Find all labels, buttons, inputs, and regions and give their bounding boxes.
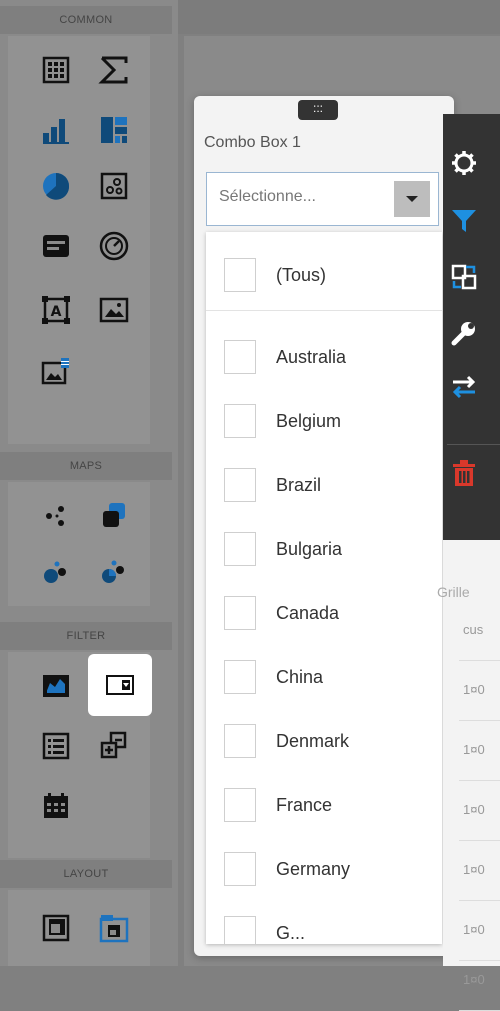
filter-icon[interactable] bbox=[449, 206, 479, 236]
gear-icon[interactable] bbox=[449, 148, 479, 178]
grid-icon[interactable] bbox=[34, 48, 78, 92]
section-label-maps: MAPS bbox=[0, 452, 172, 480]
option-label: Canada bbox=[276, 603, 340, 623]
group-icon[interactable] bbox=[34, 906, 78, 950]
table-cell: 1¤0 bbox=[463, 922, 485, 937]
text-box-icon[interactable]: A bbox=[34, 288, 78, 332]
gauge-icon[interactable] bbox=[92, 224, 136, 268]
option-label: Denmark bbox=[276, 731, 350, 751]
combo-box-icon[interactable] bbox=[88, 654, 152, 716]
table-cell: 1¤0 bbox=[463, 802, 485, 817]
dropdown-list[interactable]: (Tous) Australia Belgium Brazil Bulgaria… bbox=[206, 232, 442, 944]
grid-item-partial[interactable]: Grille cus 1¤0 1¤0 1¤0 1¤0 1¤0 1¤0 bbox=[437, 540, 500, 1011]
date-filter-icon[interactable] bbox=[34, 784, 78, 828]
option-label: Bulgaria bbox=[276, 539, 343, 559]
sigma-icon[interactable] bbox=[92, 48, 136, 92]
combo-box-placeholder: Sélectionne... bbox=[219, 188, 316, 205]
treemap-icon[interactable] bbox=[92, 108, 136, 152]
swap-icon[interactable] bbox=[449, 372, 479, 402]
tab-container-icon[interactable] bbox=[92, 906, 136, 950]
tree-view-icon[interactable] bbox=[92, 724, 136, 768]
list-item[interactable]: Belgium bbox=[206, 386, 442, 446]
section-label-filter: FILTER bbox=[0, 622, 172, 650]
image-icon[interactable] bbox=[92, 288, 136, 332]
list-item[interactable]: Brazil bbox=[206, 450, 442, 510]
list-box-icon[interactable] bbox=[34, 724, 78, 768]
convert-icon[interactable] bbox=[449, 262, 479, 292]
option-label: Australia bbox=[276, 347, 347, 367]
checkbox[interactable] bbox=[224, 468, 256, 502]
list-item[interactable]: Canada bbox=[206, 578, 442, 638]
choropleth-map-icon[interactable] bbox=[92, 494, 136, 538]
option-label: France bbox=[276, 795, 333, 815]
canvas-top-strip bbox=[178, 0, 500, 34]
list-item[interactable]: Germany bbox=[206, 834, 442, 894]
list-item[interactable]: Australia bbox=[206, 322, 442, 382]
dropdown-toggle-button[interactable] bbox=[394, 181, 430, 217]
table-cell: 1¤0 bbox=[463, 972, 485, 987]
option-label: Belgium bbox=[276, 411, 342, 431]
caret-down-icon bbox=[406, 196, 418, 202]
list-item[interactable]: France bbox=[206, 770, 442, 830]
checkbox[interactable] bbox=[224, 788, 256, 822]
table-cell: 1¤0 bbox=[463, 742, 485, 757]
list-item[interactable]: Bulgaria bbox=[206, 514, 442, 574]
option-label: G... bbox=[276, 923, 306, 943]
option-label: Brazil bbox=[276, 475, 322, 495]
drag-handle[interactable]: ::: bbox=[298, 100, 338, 120]
checkbox[interactable] bbox=[224, 916, 256, 944]
item-caption: Combo Box 1 bbox=[204, 134, 301, 151]
toolbox-panel: COMMON A MAPS FILTER LAYOUT bbox=[0, 0, 179, 966]
option-label: (Tous) bbox=[276, 265, 327, 285]
checkbox[interactable] bbox=[224, 258, 256, 292]
section-label-common: COMMON bbox=[0, 6, 172, 34]
bar-chart-icon[interactable] bbox=[34, 108, 78, 152]
checkbox[interactable] bbox=[224, 596, 256, 630]
table-row: 1¤0 bbox=[459, 840, 500, 901]
checkbox[interactable] bbox=[224, 660, 256, 694]
checkbox[interactable] bbox=[224, 852, 256, 886]
bubble-map-icon[interactable] bbox=[34, 550, 78, 594]
range-filter-icon[interactable] bbox=[34, 664, 78, 708]
list-item[interactable]: Denmark bbox=[206, 706, 442, 766]
geo-point-map-icon[interactable] bbox=[34, 494, 78, 538]
checkbox[interactable] bbox=[224, 532, 256, 566]
list-item[interactable]: China bbox=[206, 642, 442, 702]
option-all[interactable]: (Tous) bbox=[206, 240, 442, 300]
list-item[interactable]: G... bbox=[206, 898, 442, 944]
divider bbox=[206, 310, 442, 311]
checkbox[interactable] bbox=[224, 404, 256, 438]
grid-header-row: cus bbox=[459, 600, 500, 661]
pie-chart-icon[interactable] bbox=[34, 164, 78, 208]
section-label-layout: LAYOUT bbox=[0, 860, 172, 888]
table-cell: 1¤0 bbox=[463, 682, 485, 697]
svg-text:A: A bbox=[51, 304, 62, 320]
table-row: 1¤0 bbox=[459, 950, 500, 1011]
bound-image-icon[interactable] bbox=[34, 350, 78, 394]
table-row: 1¤0 bbox=[459, 780, 500, 841]
table-cell: 1¤0 bbox=[463, 862, 485, 877]
checkbox[interactable] bbox=[224, 724, 256, 758]
action-divider bbox=[447, 444, 500, 445]
wrench-icon[interactable] bbox=[449, 318, 479, 348]
grid-header-cell: cus bbox=[463, 622, 484, 637]
trash-icon[interactable] bbox=[449, 458, 479, 488]
option-label: Germany bbox=[276, 859, 351, 879]
grid-caption: Grille bbox=[437, 584, 470, 600]
card-icon[interactable] bbox=[34, 224, 78, 268]
table-row: 1¤0 bbox=[459, 660, 500, 721]
pie-map-icon[interactable] bbox=[92, 550, 136, 594]
checkbox[interactable] bbox=[224, 340, 256, 374]
scatter-chart-icon[interactable] bbox=[92, 164, 136, 208]
option-label: China bbox=[276, 667, 324, 687]
item-action-bar bbox=[443, 114, 500, 540]
combo-box-input[interactable]: Sélectionne... bbox=[206, 172, 439, 226]
table-row: 1¤0 bbox=[459, 720, 500, 781]
